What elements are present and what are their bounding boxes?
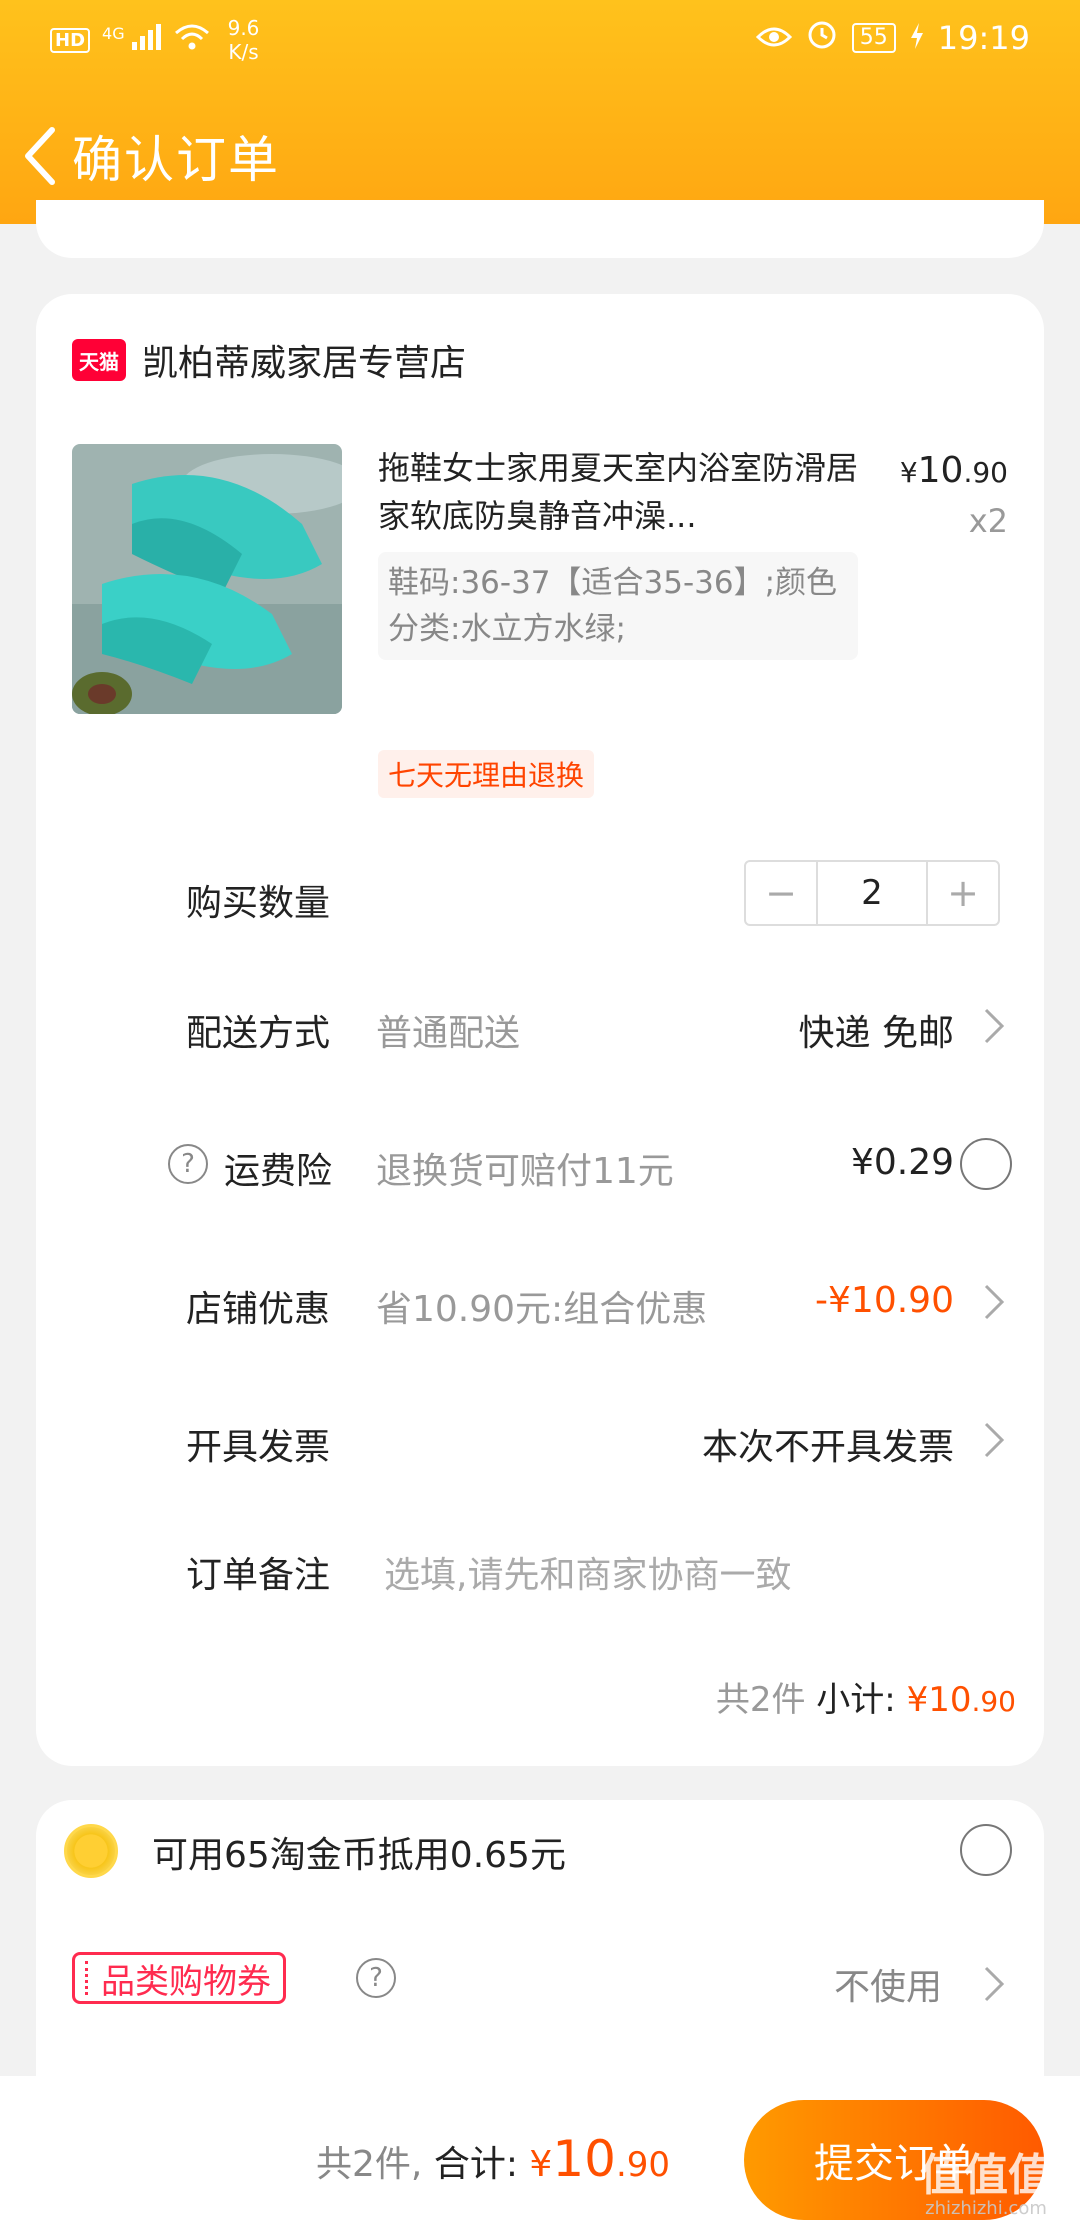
shop-header[interactable]: 天猫 凯柏蒂威家居专营店 xyxy=(72,334,466,386)
quantity-stepper: − 2 + xyxy=(744,860,1000,926)
eye-icon xyxy=(755,19,792,57)
invoice-label: 开具发票 xyxy=(186,1427,331,1468)
delivery-label: 配送方式 xyxy=(186,1013,331,1054)
charging-icon xyxy=(910,19,924,57)
checkout-bar: 共2件, 合计: ¥10.90 提交订单 值值值 zhizhizhi.com xyxy=(0,2076,1080,2240)
order-card: 天猫 凯柏蒂威家居专营店 拖鞋女士家用夏天室内浴室防滑居家软底防臭静音冲澡...… xyxy=(36,294,1044,1766)
delivery-row[interactable]: 配送方式 普通配送 快递 免邮 xyxy=(36,986,1044,1066)
coupon-value[interactable]: 不使用 xyxy=(834,1958,942,2010)
discount-desc: 省10.90元:组合优惠 xyxy=(376,1289,708,1330)
increment-button[interactable]: + xyxy=(928,862,998,924)
chevron-right-icon xyxy=(984,1008,1005,1044)
chevron-right-icon xyxy=(984,1284,1005,1320)
product-image[interactable] xyxy=(72,444,342,714)
back-button[interactable] xyxy=(16,118,66,194)
subtotal-count: 共2件 xyxy=(715,1680,806,1720)
coin-icon xyxy=(64,1824,118,1878)
insurance-desc: 退换货可赔付11元 xyxy=(376,1151,674,1192)
invoice-row[interactable]: 开具发票 本次不开具发票 xyxy=(36,1400,1044,1480)
product-title[interactable]: 拖鞋女士家用夏天室内浴室防滑居家软底防臭静音冲澡... xyxy=(378,444,868,540)
coin-offer-text: 可用65淘金币抵用0.65元 xyxy=(152,1835,566,1876)
subtotal: 共2件 小计: ¥10.90 xyxy=(716,1672,1016,1721)
decrement-button[interactable]: − xyxy=(746,862,816,924)
page-title: 确认订单 xyxy=(72,131,280,189)
subtotal-amount: ¥10.90 xyxy=(906,1680,1016,1720)
coupon-badge: 品类购物券 xyxy=(72,1952,286,2004)
quantity-row: 购买数量 − 2 + xyxy=(36,856,1044,936)
chevron-left-icon xyxy=(25,127,55,185)
note-input[interactable]: 选填,请先和商家协商一致 xyxy=(384,1546,791,1598)
discount-label: 店铺优惠 xyxy=(186,1289,331,1330)
chevron-right-icon xyxy=(984,1966,1005,2002)
coin-radio[interactable] xyxy=(960,1824,1012,1876)
chevron-right-icon xyxy=(984,1422,1005,1458)
address-card-bottom xyxy=(36,200,1044,258)
discount-row[interactable]: 店铺优惠 省10.90元:组合优惠 -¥10.90 xyxy=(36,1262,1044,1342)
total-label: 合计: xyxy=(433,2144,518,2185)
shop-name: 凯柏蒂威家居专营店 xyxy=(142,343,467,384)
return-policy-badge: 七天无理由退换 xyxy=(378,750,595,798)
delivery-type: 普通配送 xyxy=(376,1013,521,1054)
discount-value: -¥10.90 xyxy=(815,1280,954,1321)
note-row: 订单备注 选填,请先和商家协商一致 xyxy=(36,1528,1044,1608)
alarm-icon xyxy=(806,18,838,58)
note-label: 订单备注 xyxy=(186,1555,331,1596)
signal-icon: 4G xyxy=(102,24,162,56)
watermark-logo: 值值值 zhizhizhi.com xyxy=(920,2150,1052,2220)
nav-bar: 确认订单 xyxy=(0,110,1080,200)
insurance-radio[interactable] xyxy=(960,1138,1012,1190)
wifi-icon xyxy=(174,23,210,57)
invoice-value: 本次不开具发票 xyxy=(701,1427,954,1468)
help-icon[interactable]: ? xyxy=(356,1958,396,1998)
insurance-row: ? 运费险 退换货可赔付11元 ¥0.29 xyxy=(36,1124,1044,1204)
help-icon[interactable]: ? xyxy=(168,1144,208,1184)
delivery-value: 快递 免邮 xyxy=(798,1013,954,1054)
product-price: ¥10.90 xyxy=(899,450,1008,491)
hd-indicator: HD xyxy=(50,27,91,53)
product-sku[interactable]: 鞋码:36-37【适合35-36】;颜色分类:水立方水绿; xyxy=(378,552,858,660)
tmall-logo: 天猫 xyxy=(72,339,126,381)
product-quantity: x2 xyxy=(968,502,1008,540)
clock-time: 19:19 xyxy=(937,19,1030,57)
quantity-label: 购买数量 xyxy=(186,883,331,924)
subtotal-label: 小计: xyxy=(816,1680,896,1720)
network-speed: 9.6 K/s xyxy=(227,16,260,64)
total-amount: ¥10.90 xyxy=(529,2130,671,2188)
insurance-price: ¥0.29 xyxy=(850,1142,954,1183)
insurance-label: 运费险 xyxy=(224,1151,333,1192)
battery-indicator: 55 xyxy=(851,23,896,53)
order-total: 共2件, 合计: ¥10.90 xyxy=(316,2130,670,2188)
total-count: 共2件, xyxy=(316,2144,423,2185)
header: HD 4G 9.6 K/s 55 19:19 确认订单 xyxy=(0,0,1080,224)
status-bar: HD 4G 9.6 K/s 55 19:19 xyxy=(0,0,1080,80)
quantity-input[interactable]: 2 xyxy=(816,862,928,924)
